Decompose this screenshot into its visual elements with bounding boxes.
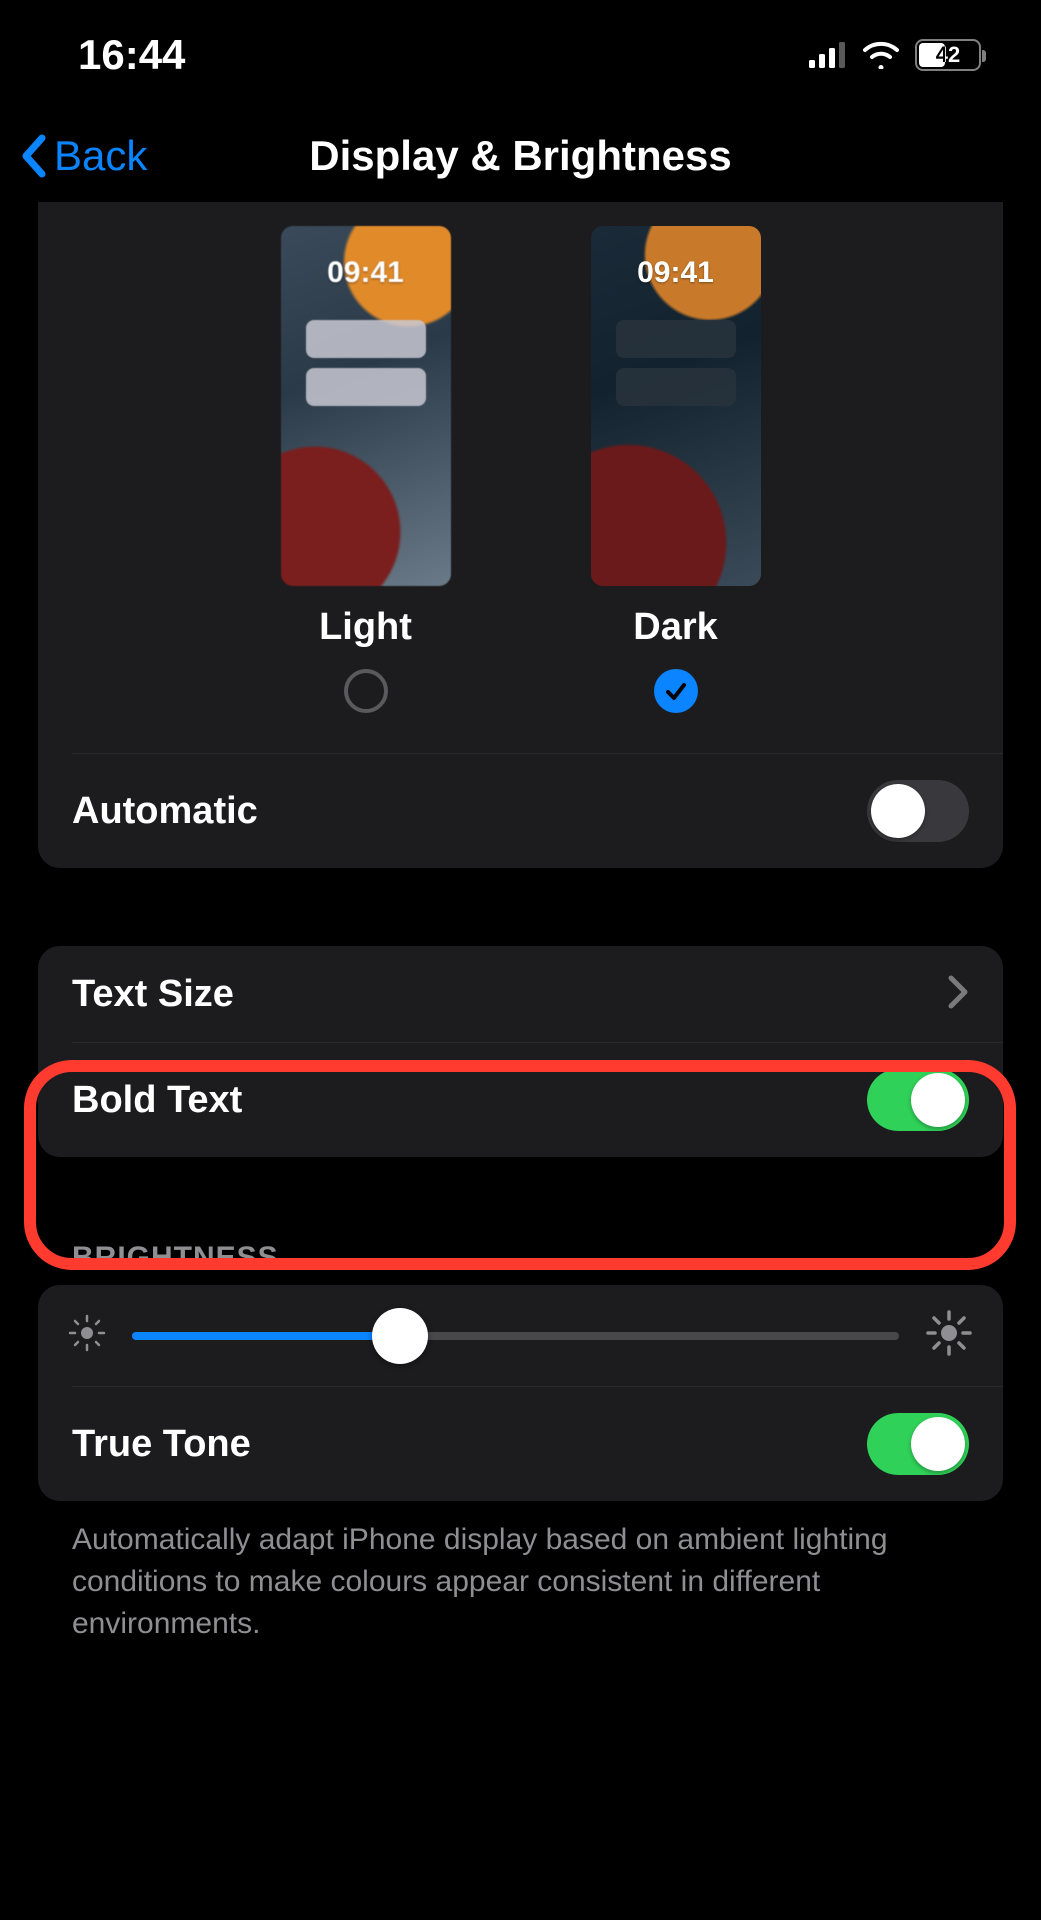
dark-widgets [616, 320, 736, 406]
true-tone-row[interactable]: True Tone [38, 1387, 1003, 1501]
appearance-card: 09:41 Light 09:41 [38, 202, 1003, 868]
dark-radio[interactable] [654, 669, 698, 713]
preview-time: 09:41 [327, 256, 404, 290]
back-label: Back [54, 132, 147, 180]
text-size-row[interactable]: Text Size [38, 946, 1003, 1042]
light-label: Light [319, 606, 412, 649]
sun-small-icon [68, 1314, 106, 1357]
true-tone-footer: Automatically adapt iPhone display based… [38, 1501, 1003, 1645]
battery-percent: 42 [936, 42, 960, 68]
light-radio[interactable] [344, 669, 388, 713]
light-widgets [306, 320, 426, 406]
true-tone-toggle[interactable] [867, 1413, 969, 1475]
automatic-label: Automatic [72, 790, 258, 833]
brightness-header: BRIGHTNESS [38, 1221, 1003, 1285]
brightness-card: True Tone [38, 1285, 1003, 1501]
brightness-slider[interactable] [132, 1332, 899, 1340]
dark-label: Dark [633, 606, 718, 649]
status-bar: 16:44 42 [0, 0, 1041, 110]
appearance-options: 09:41 Light 09:41 [38, 202, 1003, 753]
preview-time: 09:41 [637, 256, 714, 290]
automatic-row[interactable]: Automatic [38, 754, 1003, 868]
chevron-left-icon [18, 134, 48, 178]
chevron-right-icon [947, 974, 969, 1015]
bold-text-row[interactable]: Bold Text [38, 1043, 1003, 1157]
bold-text-label: Bold Text [72, 1079, 242, 1122]
dark-preview: 09:41 [591, 226, 761, 586]
brightness-slider-row [38, 1285, 1003, 1386]
light-preview: 09:41 [281, 226, 451, 586]
battery-icon: 42 [915, 39, 981, 71]
sun-large-icon [925, 1309, 973, 1362]
wifi-icon [861, 41, 901, 69]
cellular-icon [809, 42, 847, 68]
text-size-label: Text Size [72, 973, 234, 1016]
appearance-option-light[interactable]: 09:41 Light [281, 226, 451, 713]
status-time: 16:44 [78, 31, 185, 79]
bold-text-toggle[interactable] [867, 1069, 969, 1131]
slider-thumb[interactable] [372, 1308, 428, 1364]
page-title: Display & Brightness [309, 132, 731, 180]
status-indicators: 42 [809, 39, 981, 71]
back-button[interactable]: Back [18, 132, 147, 180]
true-tone-label: True Tone [72, 1423, 251, 1466]
nav-bar: Back Display & Brightness [0, 110, 1041, 202]
text-card: Text Size Bold Text [38, 946, 1003, 1157]
appearance-option-dark[interactable]: 09:41 Dark [591, 226, 761, 713]
automatic-toggle[interactable] [867, 780, 969, 842]
